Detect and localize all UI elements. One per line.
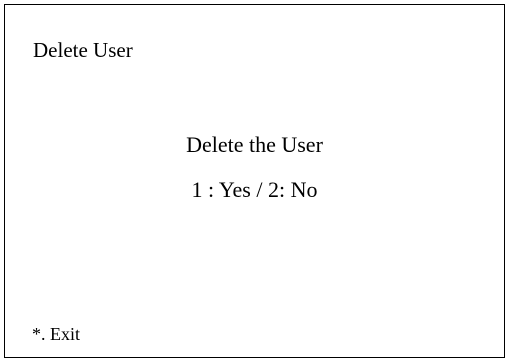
exit-option[interactable]: *. Exit xyxy=(32,323,80,345)
device-screen-panel: Delete User Delete the User 1 : Yes / 2:… xyxy=(4,4,505,358)
delete-confirmation-message: Delete the User xyxy=(186,132,323,157)
screen-title: Delete User xyxy=(33,38,133,62)
yes-no-options: 1 : Yes / 2: No xyxy=(191,177,318,202)
